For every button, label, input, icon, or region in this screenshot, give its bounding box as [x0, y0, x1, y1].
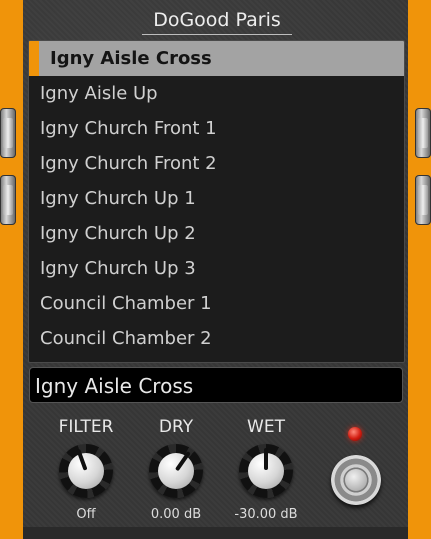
input-jack-2 — [0, 175, 16, 225]
wet-knob[interactable] — [239, 444, 293, 498]
preset-item-label: Igny Church Up 2 — [40, 223, 196, 244]
preset-item-label: Igny Aisle Up — [40, 83, 158, 104]
preset-item-label: Council Chamber 1 — [40, 293, 212, 314]
preset-list[interactable]: Igny Aisle Cross Igny Aisle Up Igny Chur… — [28, 40, 405, 363]
preset-item[interactable]: Igny Church Up 3 — [29, 251, 404, 286]
input-jack-1 — [0, 108, 16, 158]
knob-pointer — [264, 448, 268, 470]
preset-name-field[interactable]: Igny Aisle Cross — [29, 367, 403, 403]
preset-item-label: Council Chamber 2 — [40, 328, 212, 349]
preset-item-label: Igny Aisle Cross — [50, 48, 212, 69]
preset-item-label: Igny Church Front 1 — [40, 118, 217, 139]
preset-item-label: Igny Church Up 3 — [40, 258, 196, 279]
knob-cap — [68, 453, 104, 489]
preset-item[interactable]: Igny Church Up 1 — [29, 181, 404, 216]
preset-item-label: Igny Church Up 1 — [40, 188, 196, 209]
dry-label: DRY — [158, 417, 194, 437]
output-jack-1 — [415, 108, 431, 158]
preset-item[interactable]: Council Chamber 2 — [29, 321, 404, 356]
bottom-strip — [23, 527, 408, 539]
preset-item[interactable]: Igny Aisle Up — [29, 76, 404, 111]
preset-item[interactable]: Igny Church Up 2 — [29, 216, 404, 251]
knob-cap — [158, 453, 194, 489]
wet-value: -30.00 dB — [234, 507, 298, 522]
preset-item-selected[interactable]: Igny Aisle Cross — [29, 41, 404, 76]
filter-label: FILTER — [58, 417, 114, 437]
wet-label: WET — [247, 417, 285, 437]
wet-control: WET -30.00 dB — [226, 416, 306, 524]
bypass-footswitch[interactable] — [331, 455, 381, 505]
filter-control: FILTER Off — [46, 416, 126, 524]
status-led — [348, 427, 362, 441]
preset-item-label: Igny Church Front 2 — [40, 153, 217, 174]
output-jack-2 — [415, 175, 431, 225]
selection-marker — [29, 41, 39, 76]
preset-item[interactable]: Igny Church Front 2 — [29, 146, 404, 181]
plugin-title: DoGood Paris — [142, 6, 292, 35]
preset-item[interactable]: Council Chamber 1 — [29, 286, 404, 321]
dry-control: DRY 0.00 dB — [136, 416, 216, 524]
filter-knob[interactable] — [59, 444, 113, 498]
dry-knob[interactable] — [149, 444, 203, 498]
dry-value: 0.00 dB — [150, 507, 202, 522]
preset-item[interactable]: Igny Church Front 1 — [29, 111, 404, 146]
filter-value: Off — [76, 507, 96, 522]
